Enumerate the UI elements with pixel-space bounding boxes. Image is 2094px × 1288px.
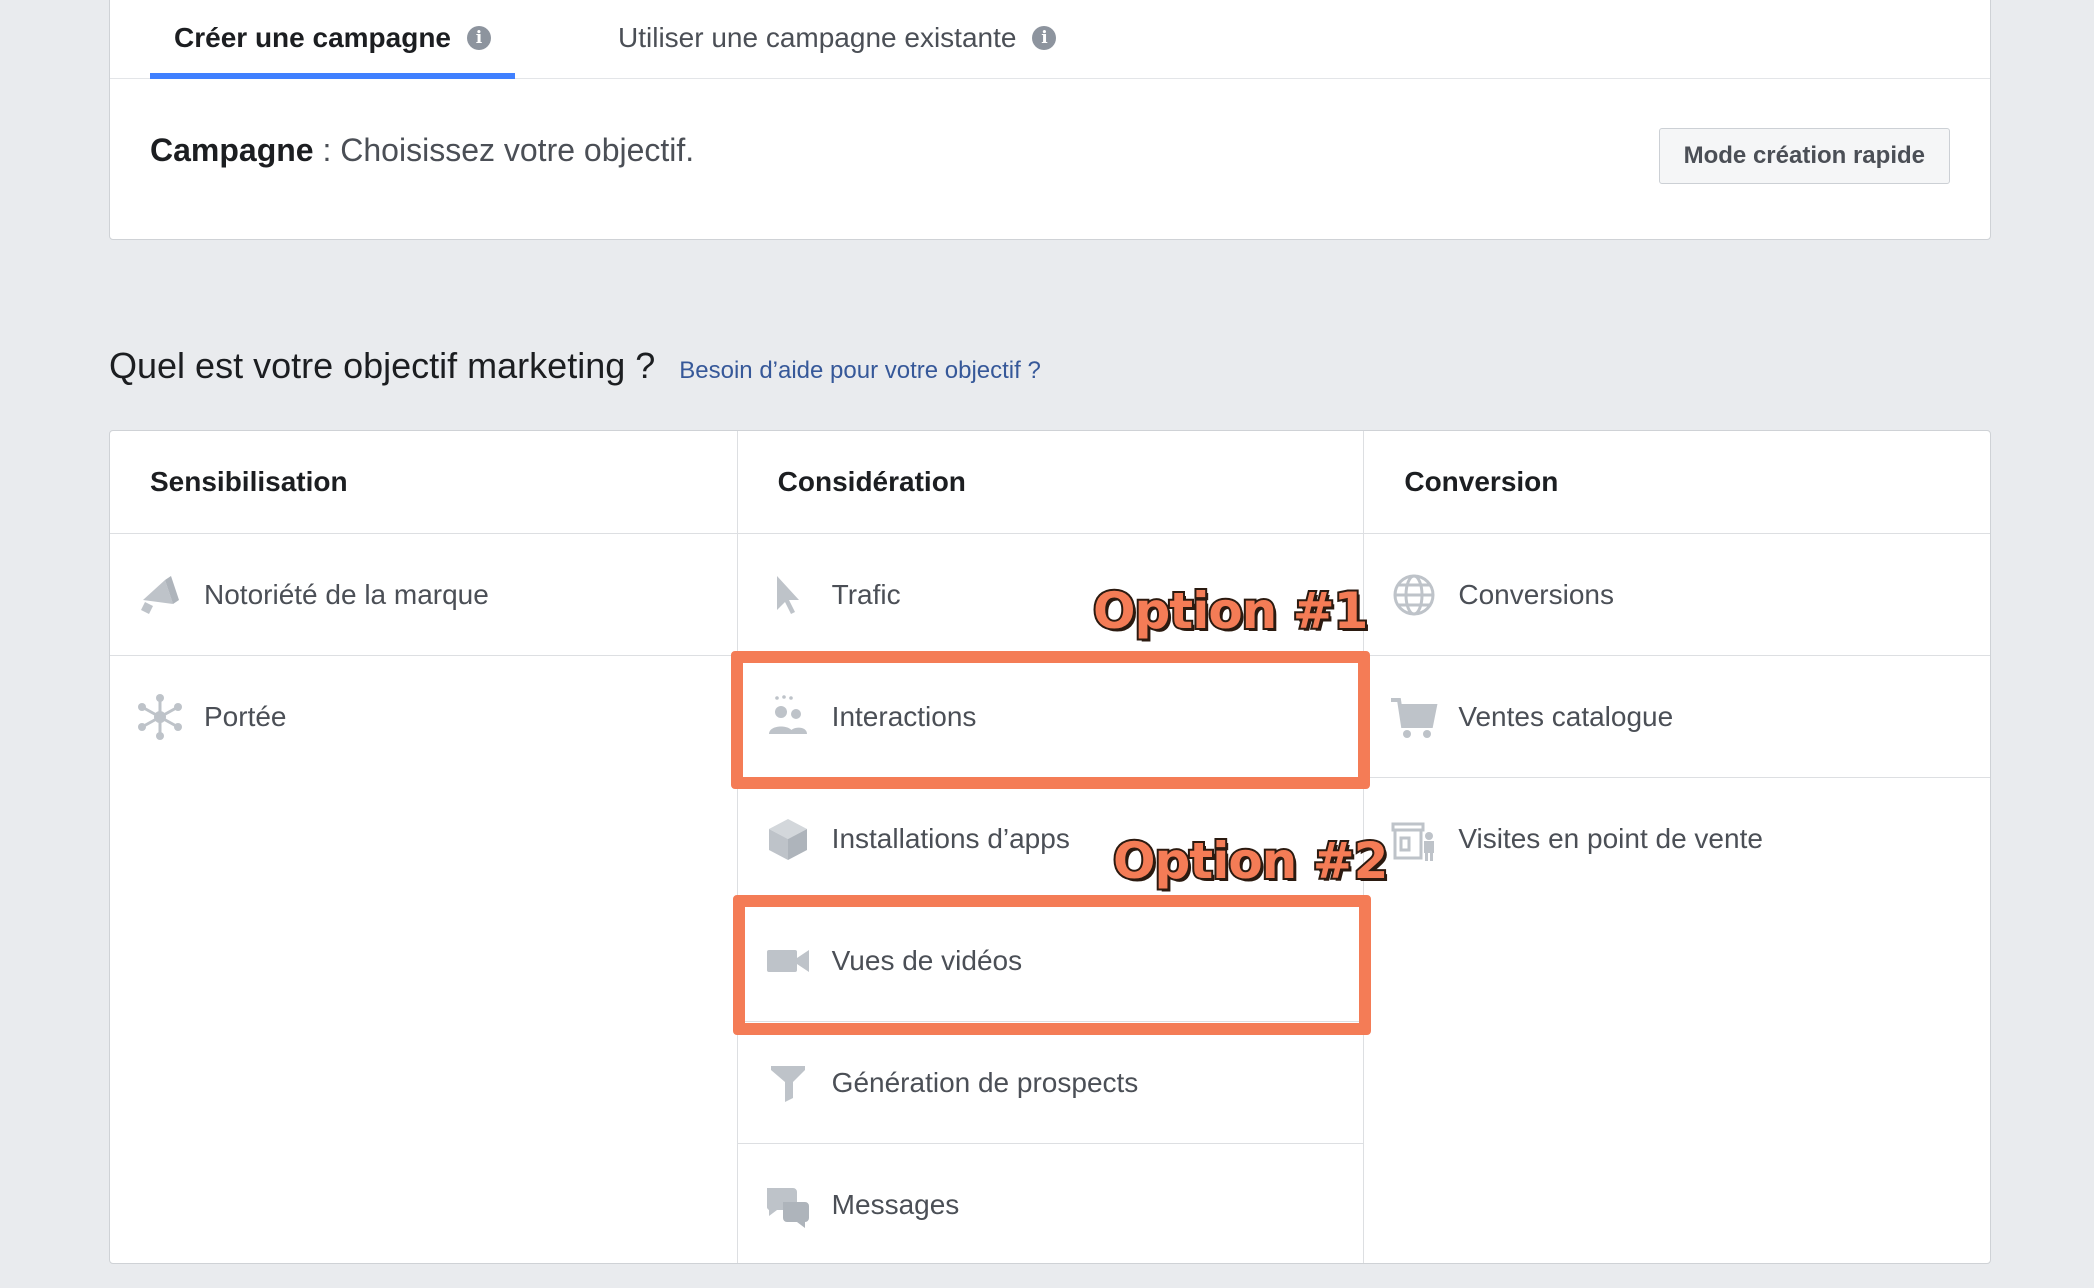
objective-label: Vues de vidéos	[831, 944, 1023, 976]
objective-label: Ventes catalogue	[1458, 700, 1674, 732]
objective-interactions[interactable]: Interactions	[737, 656, 1364, 778]
campaign-separator: :	[313, 132, 341, 168]
column-awareness: Sensibilisation Notoriété de la marque P…	[110, 431, 737, 1263]
info-icon[interactable]: i	[1032, 25, 1057, 50]
objective-reach[interactable]: Portée	[110, 656, 737, 778]
reach-icon	[132, 689, 188, 745]
globe-icon	[1386, 567, 1442, 623]
objective-label: Messages	[831, 1189, 960, 1220]
annotation-option-2: Option #2	[1111, 830, 1390, 892]
objective-brand-awareness[interactable]: Notoriété de la marque	[110, 534, 737, 656]
objective-catalog-sales[interactable]: Ventes catalogue	[1364, 656, 1991, 778]
objective-label: Trafic	[831, 578, 901, 610]
tab-create-campaign[interactable]: Créer une campagne i	[150, 0, 515, 79]
campaign-label: Campagne	[150, 132, 314, 168]
column-conversion: Conversion Conversions Ventes catalogue …	[1363, 431, 1991, 1263]
store-icon	[1386, 811, 1442, 867]
tab-bar: Créer une campagne i Utiliser une campag…	[110, 0, 1990, 79]
info-icon[interactable]: i	[467, 25, 491, 50]
objective-store-visits[interactable]: Visites en point de vente	[1364, 778, 1990, 900]
campaign-objective-prompt: Campagne : Choisissez votre objectif.	[150, 132, 694, 169]
objective-label: Interactions	[831, 700, 977, 732]
objective-help-link[interactable]: Besoin d’aide pour votre objectif ?	[679, 357, 1041, 385]
objectives-table: Sensibilisation Notoriété de la marque P…	[109, 430, 1991, 1264]
tab-existing-campaign[interactable]: Utiliser une campagne existante i	[618, 0, 1057, 78]
cart-icon	[1386, 689, 1442, 745]
people-icon	[760, 689, 816, 745]
campaign-card: Créer une campagne i Utiliser une campag…	[109, 0, 1991, 240]
objective-label: Portée	[204, 701, 287, 732]
annotation-option-1: Option #1	[1091, 580, 1370, 642]
objective-label: Conversions	[1458, 578, 1614, 610]
objective-label: Installations d’apps	[831, 822, 1070, 854]
objective-messages[interactable]: Messages	[738, 1144, 1364, 1266]
question-heading: Quel est votre objectif marketing ?	[109, 345, 656, 386]
column-header: Sensibilisation	[110, 431, 737, 534]
objective-label: Génération de prospects	[831, 1066, 1139, 1098]
tab-label: Créer une campagne	[174, 21, 451, 53]
cursor-icon	[760, 567, 816, 623]
column-header: Conversion	[1364, 431, 1991, 534]
video-camera-icon	[760, 933, 816, 989]
column-header: Considération	[737, 431, 1364, 534]
tab-label: Utiliser une campagne existante	[618, 21, 1017, 53]
quick-creation-mode-button[interactable]: Mode création rapide	[1658, 128, 1950, 184]
objective-conversions[interactable]: Conversions	[1364, 534, 1991, 656]
objective-lead-generation[interactable]: Génération de prospects	[737, 1022, 1364, 1144]
megaphone-icon	[132, 567, 188, 623]
objective-label: Visites en point de vente	[1458, 823, 1763, 854]
campaign-prompt: Choisissez votre objectif.	[340, 132, 695, 168]
chat-icon	[760, 1177, 816, 1233]
objective-question: Quel est votre objectif marketing ? Beso…	[109, 345, 1041, 387]
box-icon	[760, 811, 816, 867]
objective-video-views[interactable]: Vues de vidéos	[737, 900, 1364, 1022]
objective-label: Notoriété de la marque	[204, 578, 489, 610]
funnel-icon	[760, 1055, 816, 1111]
